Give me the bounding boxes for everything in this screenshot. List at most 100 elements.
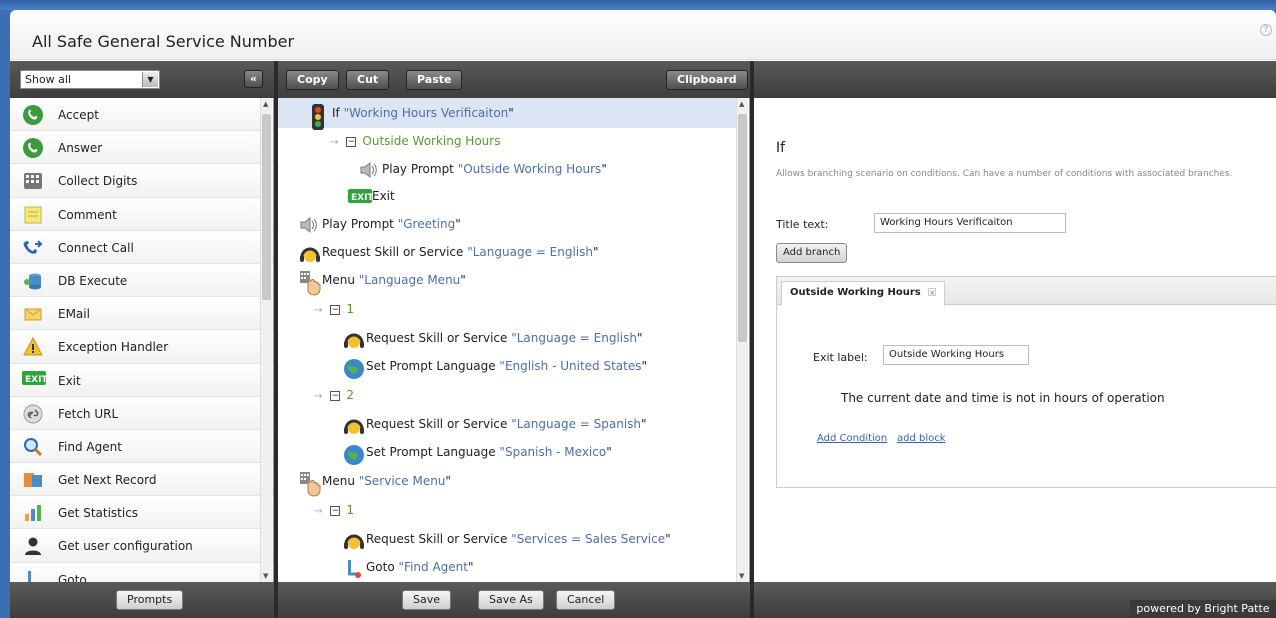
- title-text-label: Title text:: [776, 218, 829, 231]
- node-type-label: Set Prompt Language: [366, 445, 500, 459]
- node-title: English - United States: [504, 359, 642, 373]
- add-block-link[interactable]: add block: [897, 433, 946, 444]
- component-item[interactable]: Fetch URL: [10, 396, 273, 430]
- node-type-label: If: [332, 106, 344, 120]
- tree-node[interactable]: Set Prompt Language "English - United St…: [342, 353, 647, 379]
- node-title: Services = Sales Service: [516, 532, 666, 546]
- collapse-toggle-icon[interactable]: −: [330, 304, 341, 315]
- node-type-label: Menu: [322, 273, 359, 287]
- component-label: Exception Handler: [58, 340, 169, 355]
- component-item[interactable]: Find Agent: [10, 429, 273, 464]
- component-item[interactable]: Answer: [10, 131, 273, 165]
- scroll-thumb[interactable]: [262, 114, 271, 300]
- tree-branch[interactable]: → −1: [314, 497, 354, 523]
- component-label: Get Statistics: [58, 506, 139, 521]
- quote-mark: ": [467, 560, 474, 574]
- tab-outside-working-hours[interactable]: Outside Working Hours ×: [781, 281, 946, 306]
- branch-arrow-icon: →: [314, 305, 323, 316]
- component-item[interactable]: Get user configuration: [10, 529, 273, 563]
- node-type-label: Request Skill or Service: [322, 245, 468, 259]
- scroll-up-icon[interactable]: ▲: [739, 100, 744, 108]
- tree-node[interactable]: Menu "Service Menu": [298, 468, 451, 497]
- component-label: DB Execute: [58, 273, 128, 288]
- save-button[interactable]: Save: [402, 590, 452, 610]
- filter-select[interactable]: Show all ▼: [20, 70, 160, 89]
- exit-label-input[interactable]: Outside Working Hours: [883, 345, 1029, 365]
- collapse-toggle-icon[interactable]: −: [346, 136, 357, 147]
- tree-node[interactable]: Play Prompt "Greeting": [298, 211, 461, 237]
- tree-branch[interactable]: → −2: [314, 382, 354, 408]
- left-bottom-bar: Prompts: [10, 582, 274, 618]
- component-item[interactable]: Get Statistics: [10, 496, 273, 530]
- user-icon: [22, 535, 44, 557]
- component-item[interactable]: Get Next Record: [10, 463, 273, 497]
- quote-mark: ": [636, 331, 643, 345]
- title-text-input[interactable]: Working Hours Verificaiton: [874, 213, 1066, 233]
- help-icon[interactable]: ?: [1260, 24, 1272, 36]
- branch-arrow-icon: →: [314, 506, 323, 517]
- tree-scrollbar[interactable]: ▲ ▼: [736, 98, 748, 582]
- node-type-label: Goto: [366, 560, 399, 574]
- tree-branch[interactable]: → −1: [314, 296, 354, 322]
- quote-mark: ": [601, 162, 607, 176]
- paste-button[interactable]: Paste: [406, 70, 463, 90]
- tree-node[interactable]: Request Skill or Service "Language = Spa…: [342, 411, 647, 437]
- component-item[interactable]: EXIT Exit: [10, 363, 273, 397]
- close-icon[interactable]: ×: [928, 288, 937, 297]
- chevron-down-icon[interactable]: ▼: [142, 72, 158, 87]
- tree-node[interactable]: Menu "Language Menu": [298, 267, 466, 296]
- component-item[interactable]: DB Execute: [10, 263, 273, 298]
- node-title: Spanish - Mexico: [504, 445, 607, 459]
- tree-node[interactable]: Request Skill or Service "Language = Eng…: [298, 239, 599, 265]
- node-title: Language = Spanish: [516, 417, 642, 431]
- component-item[interactable]: EMail: [10, 297, 273, 331]
- clipboard-button[interactable]: Clipboard: [666, 70, 748, 90]
- scroll-down-icon[interactable]: ▼: [739, 572, 744, 580]
- tree-branch[interactable]: → − Outside Working Hours: [330, 128, 500, 154]
- tree-node[interactable]: Request Skill or Service "Language = Eng…: [342, 325, 643, 351]
- collapse-panel-button[interactable]: «: [244, 70, 264, 88]
- tree-node[interactable]: Request Skill or Service "Services = Sal…: [342, 526, 671, 552]
- add-condition-link[interactable]: Add Condition: [817, 433, 887, 444]
- cancel-button[interactable]: Cancel: [556, 590, 616, 610]
- node-type-label: Request Skill or Service: [366, 532, 512, 546]
- component-label: Connect Call: [58, 240, 134, 255]
- component-item[interactable]: Connect Call: [10, 230, 273, 264]
- link-icon: [22, 403, 44, 425]
- copy-button[interactable]: Copy: [286, 70, 339, 90]
- svg-text:EXIT: EXIT: [25, 375, 46, 385]
- tree-node[interactable]: Set Prompt Language "Spanish - Mexico": [342, 439, 612, 465]
- filter-select-value: Show all: [25, 73, 72, 86]
- tree-node[interactable]: Play Prompt "Outside Working Hours": [358, 156, 607, 182]
- node-title: Working Hours Verificaiton: [349, 106, 509, 120]
- component-item[interactable]: Collect Digits: [10, 164, 273, 198]
- exit-icon: EXIT: [22, 370, 48, 392]
- branch-tab-box: Outside Working Hours × Exit label: Outs…: [776, 276, 1276, 488]
- connect-call-icon: [22, 237, 44, 259]
- left-toolbar: Show all ▼ «: [10, 61, 274, 98]
- scroll-thumb[interactable]: [738, 114, 747, 342]
- tree-node[interactable]: Goto "Find Agent": [342, 554, 474, 580]
- scroll-up-icon[interactable]: ▲: [263, 100, 268, 108]
- cut-button[interactable]: Cut: [346, 70, 390, 90]
- collapse-toggle-icon[interactable]: −: [330, 505, 341, 516]
- branch-label: 2: [346, 388, 355, 402]
- component-item[interactable]: Comment: [10, 197, 273, 231]
- component-item[interactable]: Goto: [10, 562, 273, 582]
- right-bottom-bar: powered by Bright Patte: [754, 582, 1276, 618]
- prompts-button[interactable]: Prompts: [116, 590, 184, 610]
- tree-node[interactable]: If "Working Hours Verificaiton": [308, 100, 514, 130]
- component-item[interactable]: Accept: [10, 98, 273, 132]
- component-item[interactable]: Exception Handler: [10, 330, 273, 364]
- exit-label-label: Exit label:: [813, 351, 868, 364]
- add-branch-button[interactable]: Add branch: [776, 243, 848, 263]
- quote-mark: ": [455, 217, 461, 231]
- tree-node[interactable]: EXIT Exit: [348, 183, 395, 209]
- save-as-button[interactable]: Save As: [478, 590, 544, 610]
- scroll-down-icon[interactable]: ▼: [263, 572, 268, 580]
- components-scrollbar[interactable]: ▲ ▼: [260, 98, 272, 582]
- traffic-light-icon: [308, 103, 328, 130]
- collapse-toggle-icon[interactable]: −: [330, 390, 341, 401]
- node-title: Find Agent: [404, 560, 468, 574]
- branch-arrow-icon: →: [330, 137, 339, 148]
